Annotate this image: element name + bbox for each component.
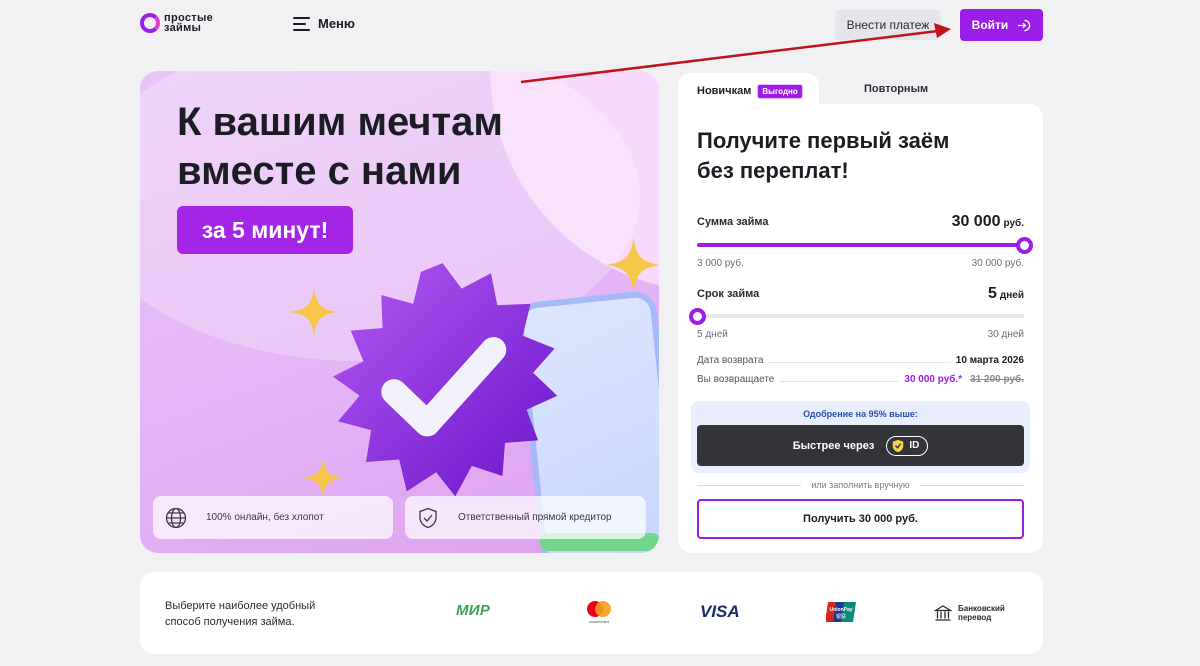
sparkle-icon (606, 237, 659, 293)
return-date-label: Дата возврата (697, 355, 764, 366)
mir-logo: МИР (456, 602, 491, 619)
term-number: 5 (987, 285, 997, 302)
hero-banner: К вашим мечтам вместе с нами за 5 минут!… (140, 71, 659, 553)
fast-button-label: Быстрее через (792, 439, 875, 452)
feature-online-text: 100% онлайн, без хлопот (206, 512, 324, 523)
or-manual-text: или заполнить вручную (678, 480, 1043, 490)
tab-newcomers-label: Новичкам (697, 85, 752, 97)
amount-unit: руб. (1003, 218, 1025, 229)
unionpay-icon: UnionPay 银联 (826, 602, 856, 622)
mastercard-caption: mastercard (589, 619, 609, 624)
amount-value: 30 000 руб. (952, 213, 1024, 231)
return-date-row: Дата возврата 10 марта 2026 (697, 355, 1024, 366)
feature-creditor: Ответственный прямой кредитор (405, 496, 646, 539)
login-label: Войти (971, 18, 1009, 32)
menu-label: Меню (318, 16, 356, 31)
hero-title-line2: вместе с нами (177, 149, 462, 193)
amount-max: 30 000 руб. (971, 258, 1024, 269)
login-arrow-icon (1018, 19, 1031, 31)
dotted-leader (769, 362, 950, 363)
logo-text-line2: займы (164, 22, 202, 34)
amount-number: 30 000 (951, 213, 1001, 230)
logo-ring-icon (140, 13, 160, 33)
mastercard-logo: mastercard (584, 599, 614, 625)
loan-calculator: Получите первый заём без переплат! Сумма… (678, 104, 1043, 553)
payment-methods-text: Выберите наиболее удобный способ получен… (165, 598, 345, 630)
hamburger-icon (293, 16, 310, 31)
dotted-leader (780, 381, 899, 382)
amount-slider-thumb[interactable] (1015, 236, 1033, 254)
return-sum-new: 30 000 руб.* (904, 374, 963, 385)
feature-creditor-text: Ответственный прямой кредитор (458, 512, 612, 523)
login-button[interactable]: Войти (960, 9, 1043, 41)
approval-text: Одобрение на 95% выше: (803, 409, 918, 419)
term-unit: дней (999, 290, 1024, 301)
make-payment-button[interactable]: Внести платеж (835, 10, 941, 40)
unionpay-logo: UnionPay 银联 (826, 602, 856, 622)
fast-id-button[interactable]: Быстрее через ID (697, 425, 1024, 466)
shield-check-icon (419, 507, 437, 528)
payment-text-line1: Выберите наиболее удобный (165, 600, 316, 612)
or-manual-label: или заполнить вручную (801, 480, 920, 490)
unionpay-chinese: 银联 (836, 613, 846, 620)
amount-slider-fill (697, 243, 1024, 247)
calculator-title: Получите первый заём без переплат! (697, 126, 949, 186)
feature-online: 100% онлайн, без хлопот (153, 496, 393, 539)
tab-repeat[interactable]: Повторным (864, 83, 928, 95)
term-max: 30 дней (987, 329, 1024, 340)
calculator-title-line1: Получите первый заём (697, 128, 950, 153)
hero-title-line1: К вашим мечтам (177, 100, 503, 144)
hero-badge: за 5 минут! (177, 206, 353, 254)
return-sum-label: Вы возвращаете (697, 374, 775, 385)
term-min: 5 дней (697, 329, 728, 340)
amount-min: 3 000 руб. (697, 258, 744, 269)
unionpay-caption: UnionPay (829, 607, 852, 613)
globe-icon (165, 507, 187, 528)
tab-benefit-tag: Выгодно (757, 83, 803, 99)
visa-logo: VISA (700, 602, 740, 621)
hero-title: К вашим мечтам вместе с нами (177, 98, 577, 196)
approval-box: Одобрение на 95% выше: Быстрее через ID (691, 401, 1030, 473)
term-label: Срок займа (697, 288, 760, 300)
id-badge: ID (886, 435, 929, 456)
verified-seal-icon (332, 263, 558, 497)
payment-methods: Выберите наиболее удобный способ получен… (140, 572, 1043, 654)
sparkle-icon (290, 288, 338, 336)
logo[interactable]: простые займы (140, 13, 213, 34)
payment-text-line2: способ получения займа. (165, 616, 295, 628)
site-header: простые займы Меню Внести платеж Войти (0, 0, 1200, 52)
amount-label: Сумма займа (697, 216, 769, 228)
term-slider-thumb[interactable] (688, 307, 706, 325)
calculator-title-line2: без переплат! (697, 158, 849, 183)
bank-transfer-line2: перевод (958, 613, 992, 622)
sparkle-icon (303, 458, 343, 498)
return-sum-row: Вы возвращаете 30 000 руб.* 31 200 руб. (697, 374, 1024, 385)
menu-button[interactable]: Меню (293, 16, 355, 31)
id-shield-icon (893, 439, 904, 452)
bank-transfer-line1: Банковский (958, 604, 1005, 613)
term-slider[interactable] (688, 307, 1024, 325)
amount-slider[interactable] (697, 236, 1033, 254)
get-loan-button[interactable]: Получить 30 000 руб. (697, 499, 1024, 539)
return-date-value: 10 марта 2026 (955, 355, 1024, 366)
return-sum-old: 31 200 руб. (970, 374, 1024, 385)
term-value: 5 дней (988, 285, 1024, 303)
id-label: ID (909, 440, 920, 451)
mastercard-icon: mastercard (587, 601, 611, 624)
bank-transfer-logo: Банковский перевод (934, 604, 1005, 622)
bank-icon (934, 605, 952, 621)
